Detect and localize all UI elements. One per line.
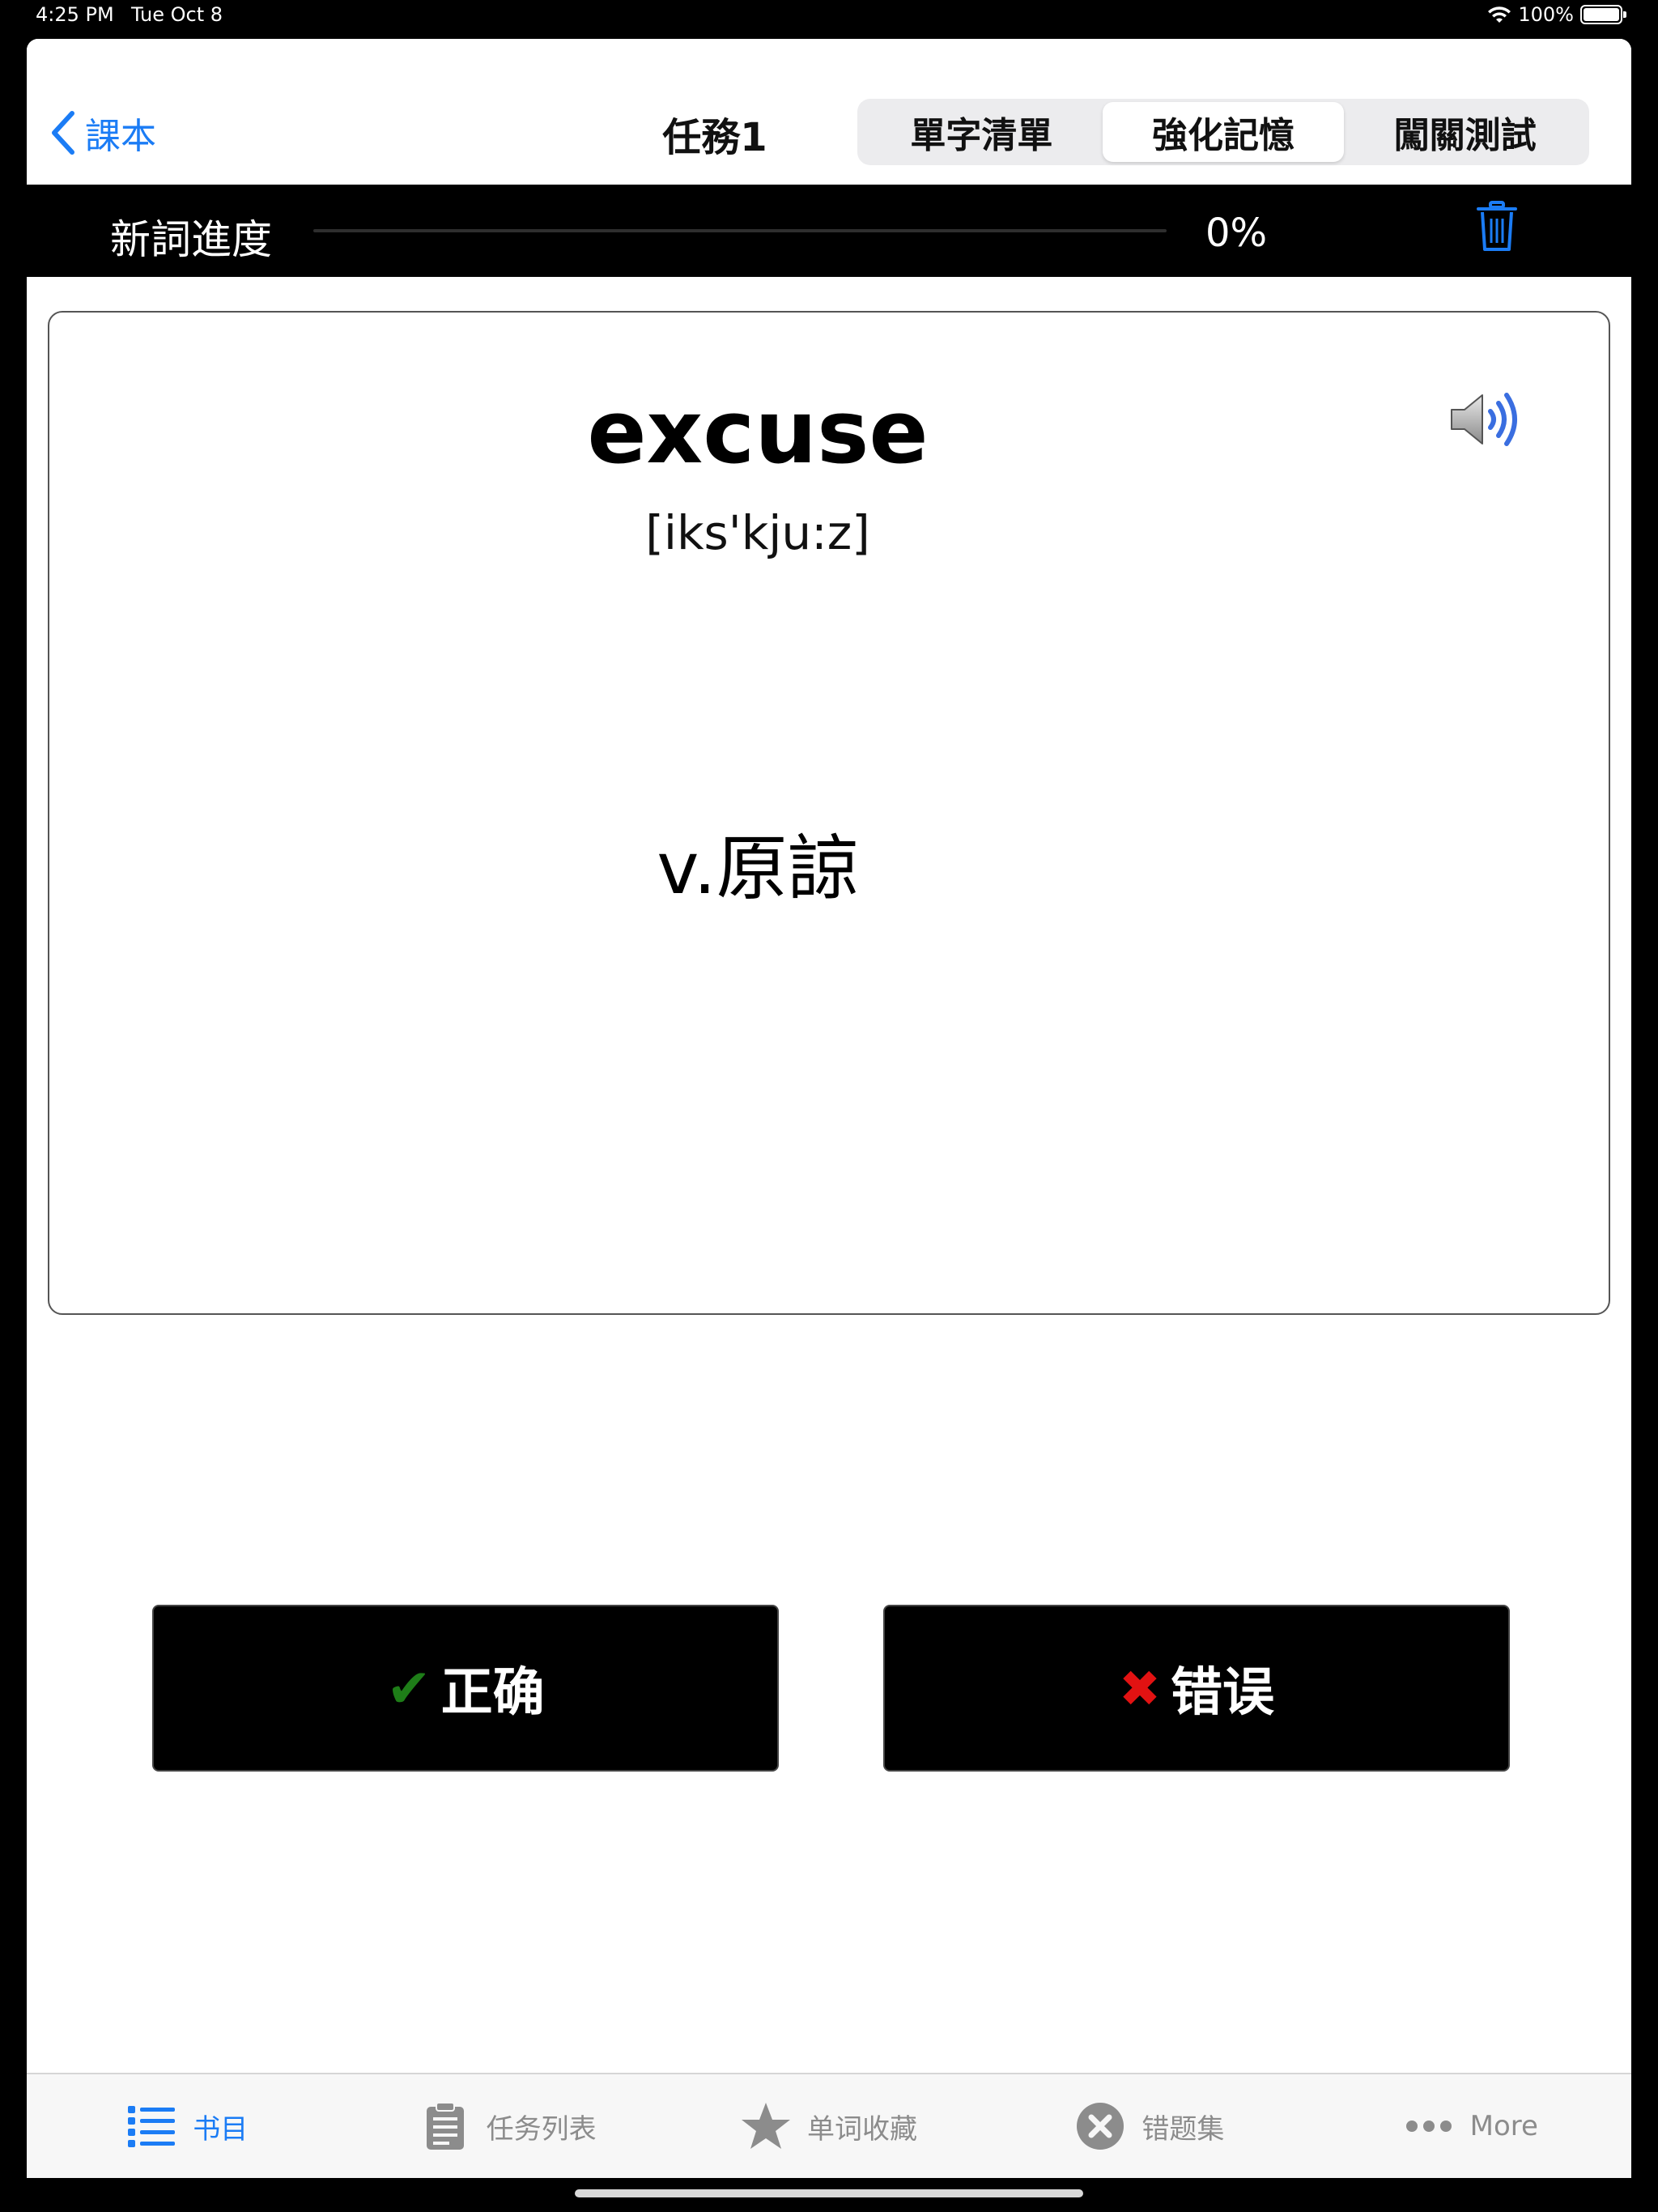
tab-label: More (1469, 2110, 1538, 2142)
chevron-left-icon (52, 111, 74, 155)
tab-task-list[interactable]: 任务列表 (347, 2074, 668, 2178)
checkmark-icon: ✔ (386, 1657, 432, 1720)
progress-track (313, 229, 1167, 232)
status-indicators: 100% (1487, 3, 1626, 26)
tab-label: 书目 (193, 2112, 249, 2146)
progress-label: 新詞進度 (110, 216, 272, 263)
tab-word-favorites[interactable]: 单词收藏 (669, 2074, 989, 2178)
wifi-icon (1488, 6, 1511, 23)
page-title: 任務1 (662, 115, 767, 160)
wrong-button-label: 错误 (1170, 1663, 1274, 1723)
segment-level-test[interactable]: 闖關測試 (1344, 102, 1586, 162)
clipboard-icon (426, 2102, 464, 2150)
tab-label: 任务列表 (486, 2112, 597, 2146)
correct-button[interactable]: ✔ 正确 (152, 1605, 779, 1772)
tab-mistakes[interactable]: 错题集 (989, 2074, 1310, 2178)
wrong-button[interactable]: ✖ 错误 (883, 1605, 1510, 1772)
speaker-icon[interactable] (1447, 387, 1528, 452)
tab-catalog[interactable]: 书目 (27, 2074, 347, 2178)
battery-percent: 100% (1518, 3, 1574, 26)
tab-bar: 书目 任务列表 单词收藏 错题集 More (27, 2073, 1631, 2178)
x-circle-icon (1077, 2103, 1124, 2150)
back-button[interactable]: 課本 (49, 107, 156, 159)
progress-percent: 0% (1205, 211, 1268, 256)
star-icon (742, 2103, 791, 2149)
tab-label: 错题集 (1141, 2112, 1225, 2146)
segment-word-list[interactable]: 單字清單 (861, 102, 1103, 162)
app-window: 課本 任務1 單字清單 強化記憶 闖關測試 新詞進度 0% excuse [ik… (27, 39, 1631, 2178)
back-button-label: 課本 (85, 116, 156, 157)
status-time: 4:25 PM (36, 3, 114, 26)
nav-bar: 課本 任務1 單字清單 強化記憶 闖關測試 (27, 39, 1631, 185)
cross-icon: ✖ (1119, 1658, 1161, 1718)
vocab-word: excuse (587, 382, 929, 483)
word-meaning: v.原諒 (657, 827, 859, 910)
tab-more[interactable]: More (1311, 2074, 1631, 2178)
mode-segmented-control: 單字清單 強化記憶 闖關測試 (857, 99, 1589, 165)
more-icon (1405, 2121, 1452, 2132)
home-indicator[interactable] (575, 2189, 1083, 2197)
correct-button-label: 正确 (440, 1663, 545, 1723)
status-date: Tue Oct 8 (131, 3, 223, 26)
progress-bar-section: 新詞進度 0% (27, 185, 1631, 277)
screen: 4:25 PM Tue Oct 8 100% 課本 任務1 單字清單 強化記憶 … (0, 0, 1658, 2212)
list-icon (128, 2106, 176, 2147)
battery-icon (1580, 5, 1626, 24)
flash-card[interactable]: excuse [iks'kju:z] v.原諒 (48, 311, 1610, 1315)
phonetic-transcription: [iks'kju:z] (645, 505, 870, 560)
tab-label: 单词收藏 (807, 2112, 918, 2146)
status-bar: 4:25 PM Tue Oct 8 100% (0, 0, 1658, 32)
trash-icon[interactable] (1477, 201, 1517, 253)
segment-memory-drill[interactable]: 強化記憶 (1102, 102, 1345, 162)
